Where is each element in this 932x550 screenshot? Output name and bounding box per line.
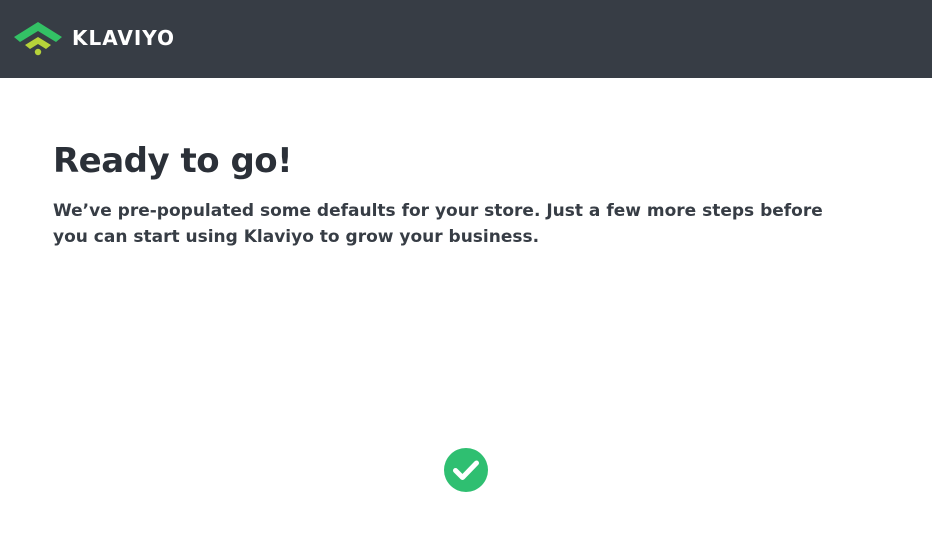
brand-name: KLAVIYO (72, 26, 176, 50)
check-circle-icon (444, 448, 488, 492)
klaviyo-logo[interactable]: KLAVIYO (12, 20, 175, 56)
klaviyo-wifi-icon (14, 22, 62, 56)
top-bar: KLAVIYO (0, 0, 932, 78)
page-subtitle: We’ve pre-populated some defaults for yo… (53, 201, 823, 247)
main-content: Ready to go! We’ve pre-populated some de… (53, 138, 873, 250)
page-title: Ready to go! (53, 141, 293, 181)
